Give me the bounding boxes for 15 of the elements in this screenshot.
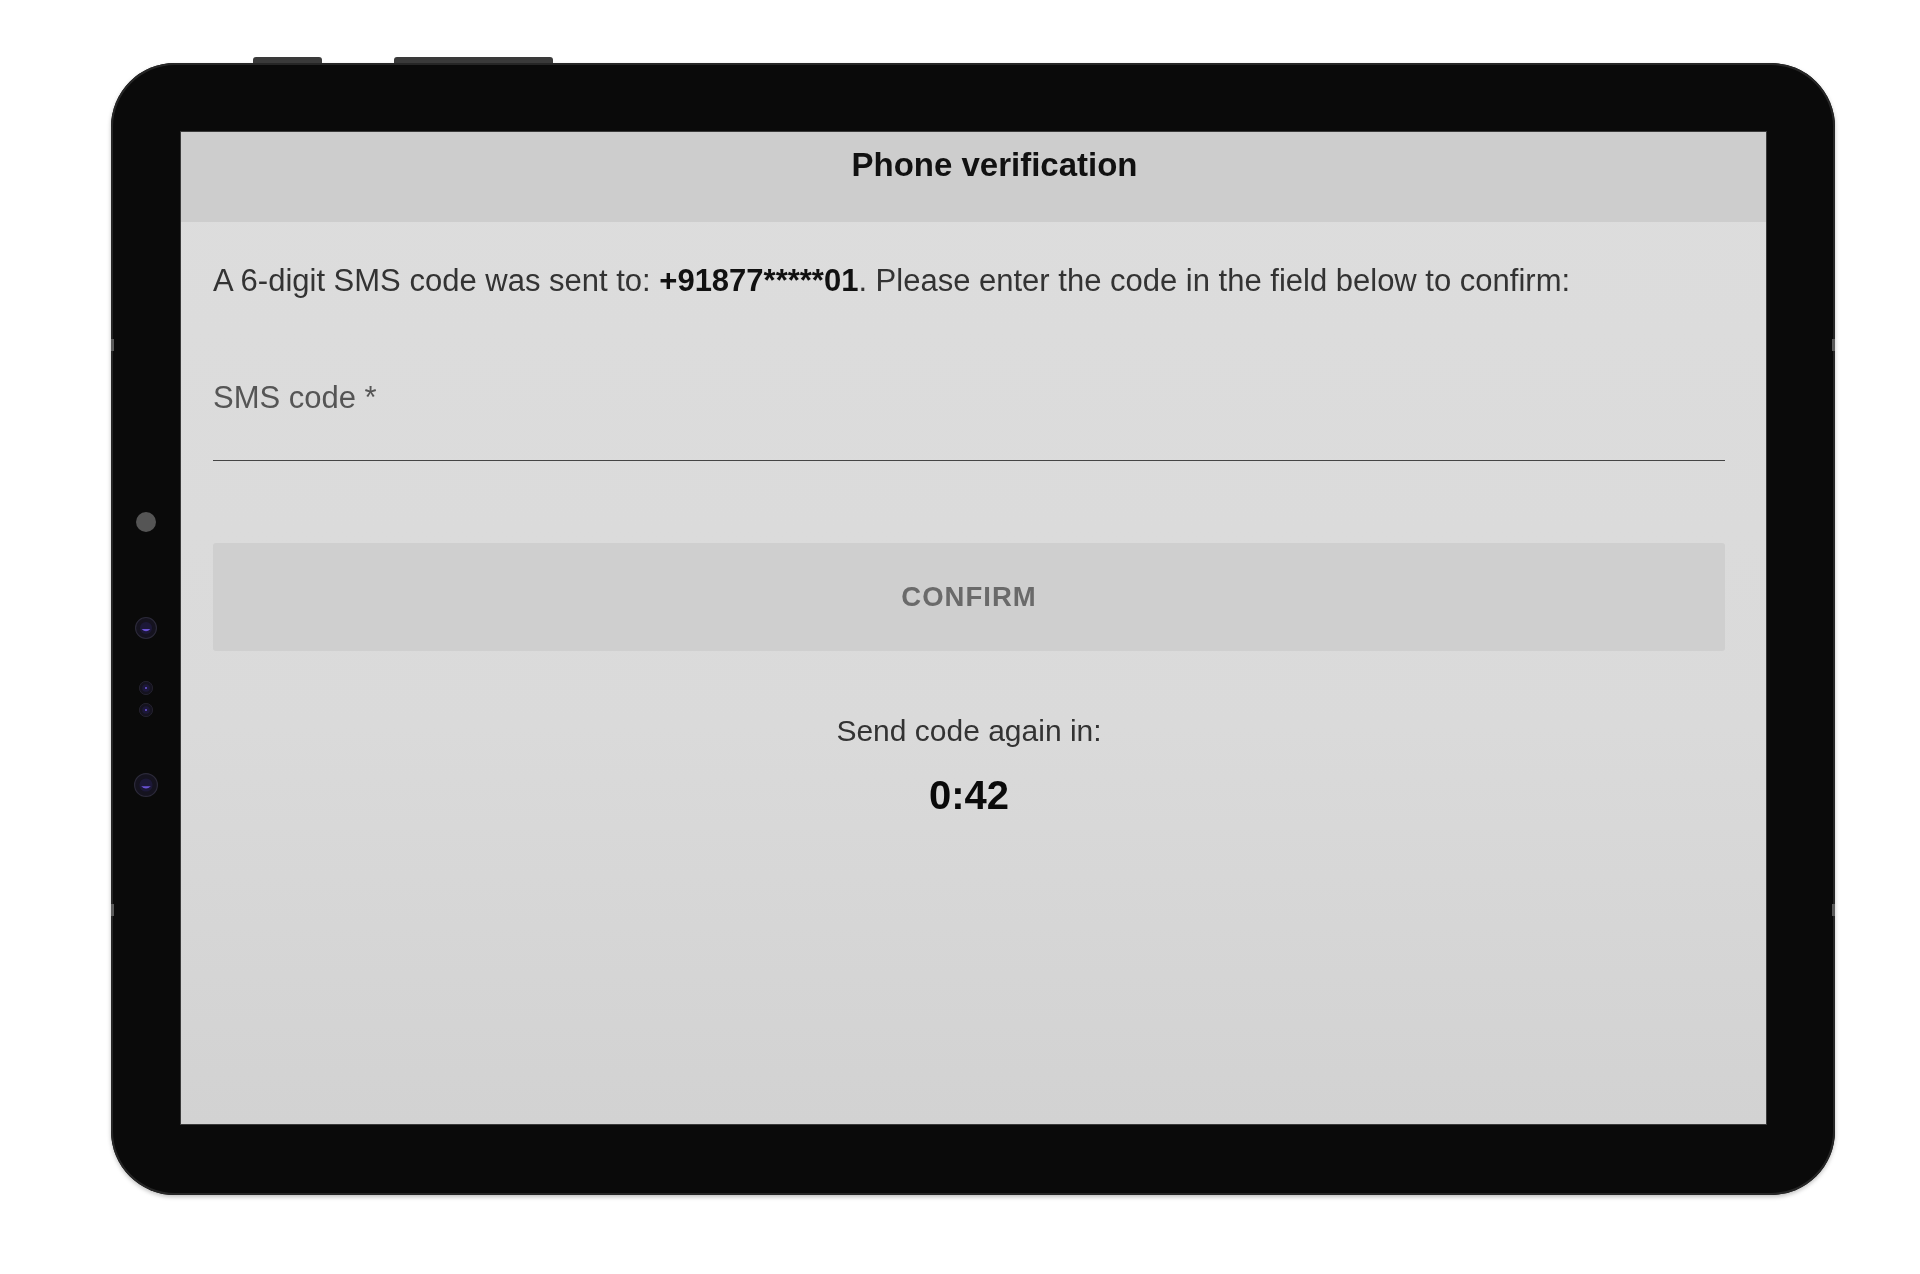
camera-lens-icon <box>135 617 157 639</box>
sms-code-field[interactable]: SMS code * <box>213 371 1725 461</box>
edge-mark <box>111 339 114 351</box>
countdown-timer: 0:42 <box>928 773 1010 817</box>
sensor-dot-icon <box>136 512 156 532</box>
sensor-icon <box>139 681 153 695</box>
edge-mark <box>111 904 114 916</box>
sensor-icon <box>139 703 153 717</box>
dialog-title: Phone verification <box>851 145 1138 185</box>
edge-mark <box>1832 904 1835 916</box>
hardware-key <box>253 57 322 63</box>
resend-label: Send code again in: <box>836 713 1102 749</box>
instruction-text: A 6-digit SMS code was sent to: +91877*****01. Please enter the code in the field below to confirm: <box>213 263 1572 299</box>
edge-mark <box>1832 339 1835 351</box>
camera-lens-icon <box>134 773 158 797</box>
